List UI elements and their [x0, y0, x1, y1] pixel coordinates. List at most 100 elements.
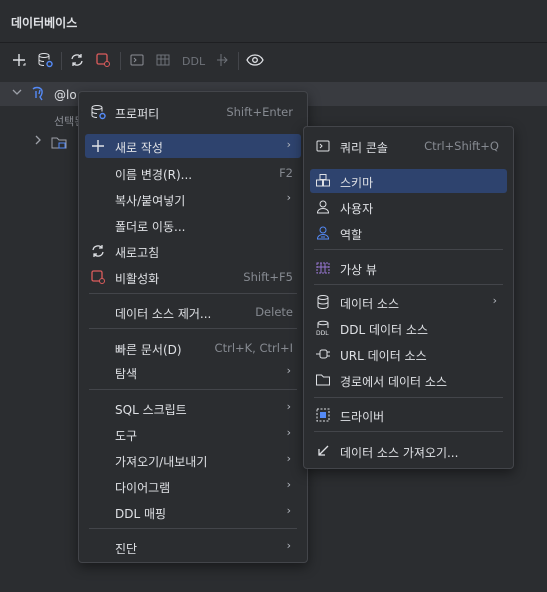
menu-separator [314, 249, 503, 250]
disconnect-icon [90, 269, 106, 285]
submenu-item-url-data-source[interactable]: URL 데이터 소스 [310, 342, 507, 366]
view-options-icon[interactable] [246, 51, 264, 69]
menu-item-rename[interactable]: 이름 변경(R)... F2 [85, 161, 301, 185]
ddl-button[interactable]: DDL [182, 55, 205, 68]
menu-item-copy-paste[interactable]: 복사/붙여넣기 › [85, 187, 301, 211]
menu-item-properties[interactable]: 프로퍼티 Shift+Enter [85, 100, 301, 124]
toolbar-separator [120, 52, 121, 70]
data-source-properties-icon[interactable] [36, 51, 54, 69]
submenu-arrow-icon: › [286, 364, 291, 377]
menu-item-label: 드라이버 [340, 410, 385, 424]
menu-item-shortcut: Ctrl+K, Ctrl+I [214, 341, 293, 355]
add-icon[interactable] [10, 51, 28, 69]
menu-item-label: 새로 작성 [115, 141, 163, 155]
menu-item-shortcut: Ctrl+Shift+Q [424, 139, 499, 153]
jump-to-icon[interactable] [213, 51, 231, 69]
menu-item-label: 가상 뷰 [340, 263, 377, 277]
menu-item-deactivate[interactable]: 비활성화 Shift+F5 [85, 265, 301, 289]
submenu-arrow-icon: › [492, 294, 497, 307]
menu-item-new[interactable]: 새로 작성 › [85, 134, 301, 158]
menu-item-label: 폴더로 이동... [115, 220, 186, 234]
menu-item-label: 가져오기/내보내기 [115, 455, 208, 469]
menu-separator [89, 528, 297, 529]
submenu-item-user[interactable]: 사용자 [310, 195, 507, 219]
menu-item-label: 진단 [115, 542, 138, 556]
menu-separator [89, 293, 297, 294]
menu-item-label: 데이터 소스 [340, 297, 400, 311]
console-icon [315, 138, 331, 154]
context-menu: 프로퍼티 Shift+Enter 새로 작성 › 이름 변경(R)... F2 … [78, 91, 308, 563]
database-icon [315, 294, 331, 310]
panel-title: 데이터베이스 [11, 16, 78, 30]
submenu-item-role[interactable]: 역할 [310, 221, 507, 245]
submenu-arrow-icon: › [286, 191, 291, 204]
menu-item-refresh[interactable]: 새로고침 [85, 239, 301, 263]
menu-item-label: 이름 변경(R)... [115, 168, 193, 182]
console-icon[interactable] [128, 51, 146, 69]
folder-icon [50, 135, 68, 154]
menu-item-label: 쿼리 콘솔 [340, 141, 388, 155]
menu-item-tools[interactable]: 도구 › [85, 422, 301, 446]
menu-item-sql-scripts[interactable]: SQL 스크립트 › [85, 396, 301, 420]
menu-separator [89, 389, 297, 390]
refresh-icon [90, 243, 106, 259]
submenu-arrow-icon: › [286, 478, 291, 491]
menu-item-ddl-mapping[interactable]: DDL 매핑 › [85, 500, 301, 524]
submenu-item-virtual-view[interactable]: 가상 뷰 [310, 256, 507, 280]
menu-item-diagrams[interactable]: 다이어그램 › [85, 474, 301, 498]
submenu-item-data-source-from-path[interactable]: 경로에서 데이터 소스 [310, 368, 507, 392]
submenu-arrow-icon: › [286, 400, 291, 413]
submenu-item-schema[interactable]: 스키마 [310, 169, 507, 193]
toolbar: DDL [0, 42, 547, 78]
menu-item-label: 역할 [340, 228, 363, 242]
toolbar-separator [61, 52, 62, 70]
menu-item-label: 데이터 소스 가져오기... [340, 446, 459, 460]
menu-item-label: SQL 스크립트 [115, 403, 187, 417]
menu-item-remove-data-source[interactable]: 데이터 소스 제거... Delete [85, 300, 301, 324]
submenu-item-data-source[interactable]: 데이터 소스 › [310, 290, 507, 314]
data-source-properties-icon [90, 104, 106, 120]
menu-separator [314, 397, 503, 398]
menu-item-navigate[interactable]: 탐색 › [85, 360, 301, 384]
menu-item-shortcut: Shift+F5 [243, 270, 293, 284]
user-icon [315, 199, 331, 215]
menu-item-label: URL 데이터 소스 [340, 349, 427, 363]
refresh-icon[interactable] [68, 51, 86, 69]
role-icon [315, 225, 331, 241]
menu-item-label: 스키마 [340, 176, 374, 190]
submenu-arrow-icon: › [286, 138, 291, 151]
connection-label: @lo [54, 88, 77, 102]
plus-icon [90, 138, 106, 154]
menu-item-quick-documentation[interactable]: 빠른 문서(D) Ctrl+K, Ctrl+I [85, 336, 301, 360]
disconnect-icon[interactable] [94, 51, 112, 69]
submenu-arrow-icon: › [286, 452, 291, 465]
menu-item-import-export[interactable]: 가져오기/내보내기 › [85, 448, 301, 472]
url-plug-icon [315, 346, 331, 362]
submenu-item-ddl-data-source[interactable]: DDL DDL 데이터 소스 [310, 316, 507, 340]
submenu-item-driver[interactable]: 드라이버 [310, 403, 507, 427]
expand-chevron-icon[interactable] [12, 87, 22, 100]
menu-item-label: 빠른 문서(D) [115, 343, 182, 357]
menu-item-label: DDL 데이터 소스 [340, 323, 428, 337]
postgres-icon [30, 86, 48, 105]
table-icon[interactable] [154, 51, 172, 69]
ddl-data-source-icon: DDL [315, 320, 331, 336]
import-arrow-icon [315, 443, 331, 459]
menu-item-label: 프로퍼티 [115, 107, 160, 121]
menu-item-diagnostics[interactable]: 진단 › [85, 535, 301, 559]
menu-item-shortcut: F2 [279, 166, 293, 180]
submenu-item-query-console[interactable]: 쿼리 콘솔 Ctrl+Shift+Q [310, 134, 507, 158]
submenu-arrow-icon: › [286, 539, 291, 552]
submenu-item-import-data-sources[interactable]: 데이터 소스 가져오기... [310, 439, 507, 463]
menu-item-shortcut: Shift+Enter [226, 105, 293, 119]
menu-item-label: 도구 [115, 429, 138, 443]
menu-item-move-to-folder[interactable]: 폴더로 이동... [85, 213, 301, 237]
menu-item-label: 사용자 [340, 202, 374, 216]
menu-item-label: 복사/붙여넣기 [115, 194, 186, 208]
folder-icon [315, 372, 331, 388]
submenu-new: 쿼리 콘솔 Ctrl+Shift+Q 스키마 사용자 역할 가상 뷰 데이터 소… [303, 126, 514, 469]
menu-item-label: 다이어그램 [115, 481, 171, 495]
menu-separator [314, 431, 503, 432]
virtual-view-icon [315, 260, 331, 276]
collapse-chevron-icon[interactable] [33, 135, 43, 148]
